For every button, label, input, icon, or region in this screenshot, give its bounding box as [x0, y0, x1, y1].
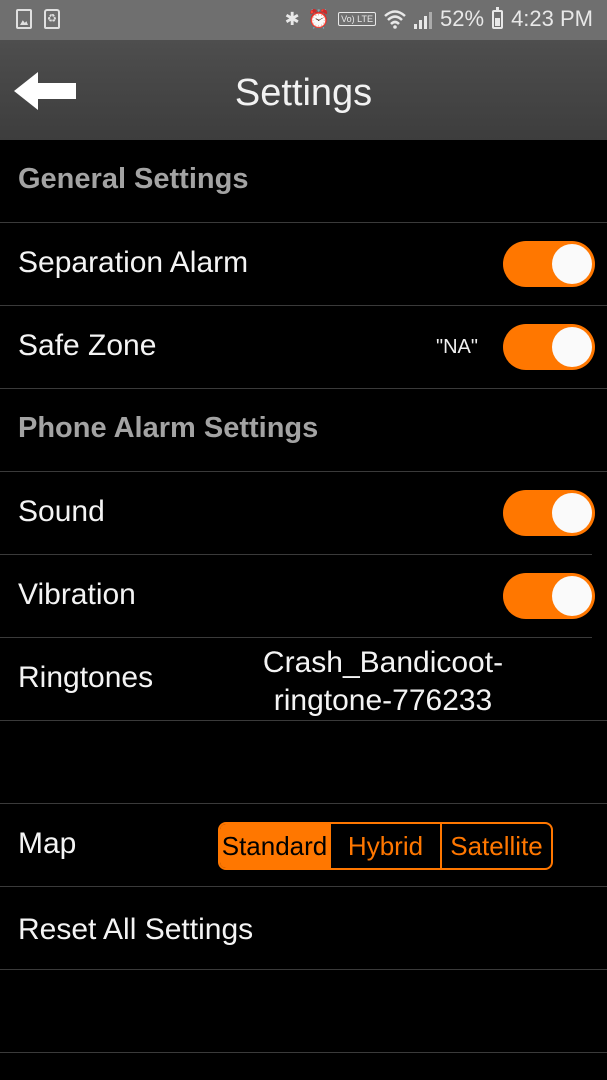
- safe-zone-toggle[interactable]: [503, 324, 595, 370]
- section-header-general: General Settings: [0, 140, 607, 223]
- setting-row-safe-zone: Safe Zone "NA": [0, 306, 607, 389]
- ringtone-value-line2: ringtone-776233: [273, 684, 493, 717]
- battery-icon: [492, 6, 504, 29]
- recycle-notification-icon: [44, 9, 60, 29]
- setting-row-vibration: Vibration: [0, 555, 595, 638]
- reset-all-settings-label: Reset All Settings: [18, 913, 254, 946]
- battery-percent: 52%: [440, 6, 485, 31]
- wifi-icon: [384, 10, 406, 29]
- setting-row-separation-alarm: Separation Alarm: [0, 223, 607, 306]
- status-bar-right: ✱ ⏰ Vo) LTE 52% 4:23 PM: [285, 5, 593, 33]
- toggle-knob: [552, 576, 592, 616]
- status-bar-left: [16, 9, 60, 29]
- spacer-row: [0, 721, 607, 804]
- vibration-label: Vibration: [18, 578, 136, 611]
- sound-label: Sound: [18, 495, 105, 528]
- map-label: Map: [18, 827, 77, 860]
- alarm-icon: ⏰: [307, 9, 331, 29]
- map-option-hybrid[interactable]: Hybrid: [331, 824, 442, 868]
- setting-row-sound: Sound: [0, 472, 595, 555]
- map-option-standard[interactable]: Standard: [220, 824, 331, 868]
- toggle-knob: [552, 244, 592, 284]
- setting-row-map: Map Standard Hybrid Satellite: [0, 804, 607, 887]
- status-bar: ✱ ⏰ Vo) LTE 52% 4:23 PM: [0, 0, 607, 40]
- map-option-satellite[interactable]: Satellite: [442, 824, 551, 868]
- safe-zone-label: Safe Zone: [18, 329, 157, 362]
- setting-row-ringtones[interactable]: Ringtones Crash_Bandicoot- ringtone-7762…: [0, 638, 607, 721]
- status-time: 4:23 PM: [511, 6, 593, 31]
- reset-all-settings-row[interactable]: Reset All Settings: [0, 887, 607, 970]
- vibration-toggle[interactable]: [503, 573, 595, 619]
- signal-icon: [414, 9, 433, 29]
- section-title-general: General Settings: [18, 163, 249, 195]
- sound-toggle[interactable]: [503, 490, 595, 536]
- battery-fill: [495, 17, 501, 26]
- page-title: Settings: [234, 72, 373, 114]
- app-bar: Settings: [0, 40, 607, 140]
- image-icon: [16, 9, 32, 29]
- toggle-knob: [552, 327, 592, 367]
- separation-alarm-label: Separation Alarm: [18, 246, 249, 279]
- volte-icon: Vo) LTE: [338, 12, 377, 26]
- empty-row: [0, 970, 607, 1053]
- safe-zone-value: "NA": [436, 336, 478, 358]
- section-title-phone-alarm: Phone Alarm Settings: [18, 412, 319, 444]
- ringtones-label: Ringtones: [18, 661, 154, 694]
- toggle-knob: [552, 493, 592, 533]
- section-header-phone-alarm: Phone Alarm Settings: [0, 389, 607, 472]
- ringtone-value[interactable]: Crash_Bandicoot- ringtone-776233: [248, 644, 518, 720]
- bluetooth-icon: ✱: [284, 9, 300, 29]
- ringtone-value-line1: Crash_Bandicoot-: [262, 646, 504, 679]
- separation-alarm-toggle[interactable]: [503, 241, 595, 287]
- map-type-segmented-control: Standard Hybrid Satellite: [218, 822, 553, 870]
